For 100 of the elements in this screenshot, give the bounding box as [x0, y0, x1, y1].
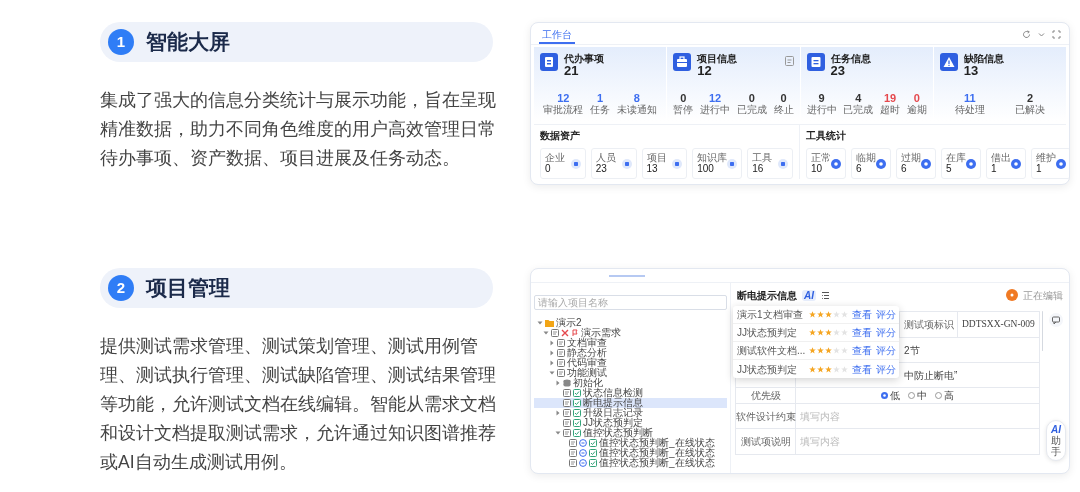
tree-item[interactable]: 静态分析 — [534, 348, 727, 358]
field-label: 优先级 — [750, 389, 781, 403]
field-value: DDTSXX-GN-009 — [962, 318, 1035, 332]
tile-value: 1 — [1036, 163, 1043, 175]
dot-icon — [831, 158, 841, 169]
stat-label: 已完成 — [843, 104, 874, 115]
radio-button[interactable]: 高 — [934, 390, 954, 401]
document-icon — [806, 53, 825, 71]
document-icon — [563, 429, 571, 437]
action-link[interactable]: 评分 — [876, 361, 896, 377]
tile-label: 过期 — [901, 152, 921, 163]
stat-label: 待处理 — [954, 104, 985, 115]
stat-label: 暂停 — [673, 104, 694, 115]
item-name: 测试软件文档... — [737, 344, 805, 358]
radio-button[interactable]: 中 — [907, 390, 927, 401]
tile-value: 13 — [646, 163, 659, 175]
tree-item[interactable]: 功能测试 — [534, 368, 727, 378]
action-link[interactable]: 评分 — [876, 325, 896, 340]
tile-label: 正常 — [811, 152, 831, 163]
number-badge: 2 — [108, 275, 134, 301]
tree-item[interactable]: 代码审查 — [534, 358, 727, 368]
tile-label: 人员 — [595, 152, 616, 163]
document-icon — [557, 359, 565, 367]
workspace-tab[interactable]: 工作台 — [539, 28, 575, 44]
tile-value: 6 — [901, 163, 908, 175]
panel-title: 数据资产 — [540, 130, 581, 142]
radio-icon — [934, 392, 942, 399]
dot-icon — [1056, 158, 1066, 169]
document-icon — [551, 329, 559, 337]
tree-item[interactable]: 值控状态预判断_在线状态 — [534, 448, 727, 458]
chevron-down-icon[interactable] — [1037, 30, 1046, 39]
stack-icon — [563, 379, 571, 387]
document-icon — [569, 439, 577, 447]
tree-item[interactable]: 演示2 — [534, 318, 727, 328]
square-icon — [570, 158, 581, 169]
dot-icon — [1011, 158, 1021, 169]
check-icon — [573, 419, 581, 427]
tile-label: 工具 — [752, 152, 773, 163]
action-link[interactable]: 查看 — [852, 343, 872, 358]
tab-indicator — [609, 274, 645, 277]
section-title: 项目管理 — [146, 275, 230, 302]
card-value: 13 — [963, 64, 979, 78]
field-label: 软件设计约束 — [735, 409, 796, 424]
tree-item[interactable]: 值控状态预判断_在线状态 — [534, 438, 727, 448]
field-label: 测试项说明 — [740, 435, 791, 449]
tree-item[interactable]: 升级日志记录 — [534, 408, 727, 418]
action-link[interactable]: 评分 — [876, 343, 896, 358]
action-link[interactable]: 查看 — [852, 307, 872, 322]
search-field[interactable]: 请输入项目名称 — [534, 295, 727, 310]
document-icon — [569, 459, 577, 467]
item-name: JJ状态预判定 — [737, 362, 798, 377]
radio-button[interactable]: 低 — [880, 390, 900, 401]
tree-item[interactable]: 初始化 — [534, 378, 727, 388]
stat-value: 11 — [964, 92, 976, 104]
document-icon — [563, 419, 571, 427]
tree-item[interactable]: 断电提示信息 — [534, 398, 727, 408]
document-icon[interactable] — [784, 56, 794, 66]
circle-icon — [579, 449, 587, 457]
stat-value: 9 — [818, 92, 825, 104]
refresh-icon[interactable] — [1022, 30, 1031, 39]
number-badge: 1 — [108, 29, 134, 55]
circle-icon — [579, 439, 587, 447]
check-icon — [573, 389, 581, 397]
square-icon — [621, 158, 632, 169]
check-icon — [589, 439, 597, 447]
tree-item[interactable]: 值控状态预判断 — [534, 428, 727, 438]
tree-item[interactable]: 文档审查 — [534, 338, 727, 348]
dot-icon — [876, 158, 886, 169]
document-icon — [563, 389, 571, 397]
tile-value: 1 — [991, 163, 998, 175]
tile-label: 在库 — [946, 152, 966, 163]
card-value: 21 — [564, 64, 579, 78]
tile-value: 5 — [946, 163, 953, 175]
stat-label: 终止 — [773, 104, 794, 115]
stat-label: 已完成 — [736, 104, 767, 115]
card-value: 12 — [697, 64, 712, 78]
section-description: 集成了强大的信息分类统计与展示功能，旨在呈现精准数据，助力不同角色维度的用户高效管理日常待办事项、资产数据、项目进展及任务动态。 — [100, 89, 497, 170]
tile-label: 维护 — [1036, 152, 1056, 163]
action-link[interactable]: 查看 — [852, 325, 872, 340]
stat-label: 任务 — [590, 104, 611, 115]
tile-value: 16 — [752, 163, 765, 175]
stat-value: 0 — [913, 92, 920, 104]
tile-value: 0 — [545, 163, 552, 175]
stat-value: 4 — [855, 92, 862, 104]
check-icon — [589, 459, 597, 467]
list-icon[interactable] — [821, 290, 830, 300]
assistant-button[interactable]: AI 助手 — [1046, 420, 1066, 461]
card-title: 代办事项 — [564, 53, 604, 64]
action-link[interactable]: 查看 — [852, 361, 872, 377]
tree-item[interactable]: JJ状态预判定 — [534, 418, 727, 428]
stat-label: 进行中 — [806, 104, 837, 115]
action-link[interactable]: 评分 — [876, 307, 896, 322]
comment-icon[interactable] — [1049, 313, 1063, 327]
tile-label: 临期 — [856, 152, 876, 163]
check-icon — [573, 409, 581, 417]
tree-item[interactable]: 演示需求 — [534, 328, 727, 338]
field-value: 中防止断电” — [904, 368, 958, 383]
tree-item[interactable]: 值控状态预判断_在线状态 — [534, 458, 727, 468]
tree-item[interactable]: 状态信息检测 — [534, 388, 727, 398]
fullscreen-icon[interactable] — [1052, 30, 1061, 39]
